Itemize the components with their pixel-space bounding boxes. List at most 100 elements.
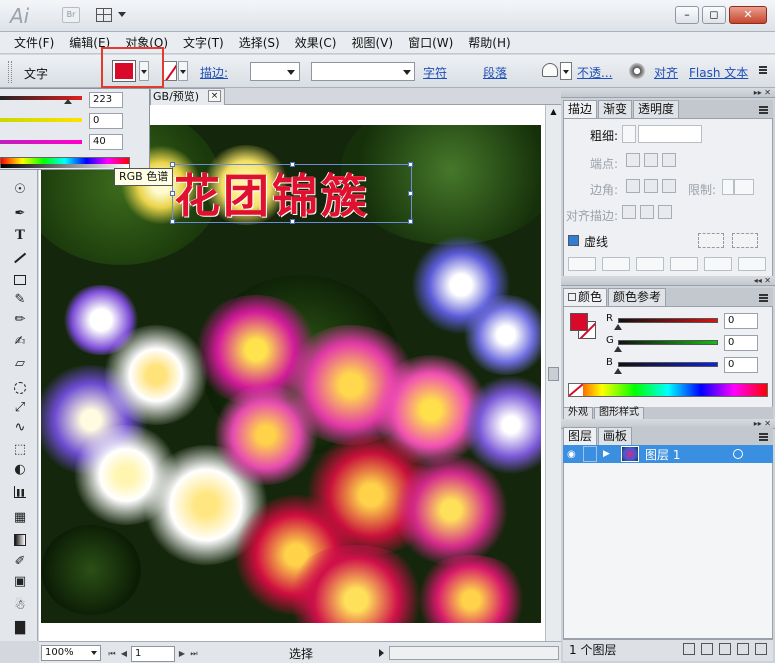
rotate-tool[interactable]	[12, 380, 28, 396]
dash-input[interactable]	[704, 257, 732, 271]
chevron-right-icon[interactable]: ▶	[603, 449, 610, 459]
type-tool[interactable]: T	[12, 228, 28, 244]
menu-help[interactable]: 帮助(H)	[462, 33, 516, 53]
new-sublayer-icon[interactable]	[719, 643, 731, 655]
vertical-scrollbar[interactable]: ▲	[545, 105, 561, 641]
color-spectrum[interactable]	[0, 157, 130, 168]
tab-color[interactable]: 颜色	[563, 288, 608, 306]
new-layer-icon[interactable]	[737, 643, 749, 655]
miter-join-button[interactable]	[626, 179, 640, 193]
blob-brush-tool[interactable]: ✍	[12, 334, 28, 350]
page-number-select[interactable]: 1	[131, 646, 175, 662]
stroke-weight-select[interactable]	[250, 62, 300, 81]
pen-tool[interactable]: ✒	[12, 206, 28, 222]
panel-menu-icon[interactable]	[759, 104, 769, 114]
menu-view[interactable]: 视图(V)	[345, 33, 399, 53]
restore-button[interactable]: ◻	[702, 6, 726, 24]
dash-input[interactable]	[568, 257, 596, 271]
dock-header[interactable]: ▸▸ ✕	[561, 88, 775, 98]
dock-header[interactable]: ◂◂ ✕	[561, 276, 775, 286]
menu-effect[interactable]: 效果(C)	[289, 33, 343, 53]
grip-handle[interactable]	[8, 61, 12, 83]
layer-row[interactable]: ◉ ▶ 图层 1	[563, 445, 773, 463]
scale-tool[interactable]: ⤢	[12, 400, 28, 416]
scroll-up-icon[interactable]: ▲	[548, 107, 559, 118]
free-transform-tool[interactable]: ⬚	[12, 442, 28, 458]
green-slider-thumb[interactable]	[614, 346, 622, 352]
green-slider[interactable]	[618, 340, 718, 345]
tab-transparency[interactable]: 透明度	[633, 100, 680, 118]
green-value-input[interactable]: 0	[724, 335, 758, 351]
recolor-icon[interactable]	[629, 63, 645, 79]
bridge-button[interactable]: Br	[62, 7, 80, 23]
round-cap-button[interactable]	[644, 153, 658, 167]
brush-icon[interactable]	[542, 63, 558, 77]
scroll-thumb[interactable]	[548, 367, 559, 381]
tab-stroke[interactable]: 描边	[563, 100, 598, 118]
dash-pattern-preset[interactable]	[732, 233, 758, 248]
resize-handle[interactable]	[408, 162, 413, 167]
lock-toggle[interactable]	[583, 446, 597, 462]
bevel-join-button[interactable]	[662, 179, 676, 193]
gradient-tool[interactable]	[12, 532, 28, 548]
target-icon[interactable]	[733, 449, 743, 459]
character-link[interactable]: 字符	[423, 64, 447, 81]
next-page-icon[interactable]: ▶	[177, 647, 187, 661]
tab-layers[interactable]: 图层	[563, 427, 598, 445]
blue-value-input[interactable]: 40	[89, 134, 123, 150]
menu-select[interactable]: 选择(S)	[233, 33, 286, 53]
artwork-title-text[interactable]: 花团锦簇	[174, 160, 370, 226]
rectangle-tool[interactable]	[12, 272, 28, 288]
green-slider[interactable]	[0, 118, 82, 122]
limit-stepper[interactable]	[722, 179, 734, 195]
gap-input[interactable]	[738, 257, 766, 271]
weight-select[interactable]	[638, 125, 702, 143]
limit-input[interactable]	[734, 179, 754, 195]
layer-name[interactable]: 图层 1	[645, 446, 680, 463]
locate-object-icon[interactable]	[683, 643, 695, 655]
none-color-button[interactable]	[569, 384, 583, 396]
eyedropper-tool[interactable]: ✐	[12, 554, 28, 570]
status-menu-icon[interactable]	[379, 649, 384, 657]
dash-pattern-preset[interactable]	[698, 233, 724, 248]
panel-menu-icon[interactable]	[759, 431, 769, 441]
paragraph-link[interactable]: 段落	[483, 64, 507, 81]
shape-builder-tool[interactable]: ◐	[12, 462, 28, 478]
close-button[interactable]: ✕	[729, 6, 767, 24]
resize-handle[interactable]	[408, 219, 413, 224]
blue-slider[interactable]	[618, 362, 718, 367]
mesh-tool[interactable]: ▦	[12, 510, 28, 526]
blue-slider-thumb[interactable]	[614, 368, 622, 374]
menu-file[interactable]: 文件(F)	[8, 33, 60, 53]
red-slider[interactable]	[618, 318, 718, 323]
status-tool-label[interactable]: 选择	[289, 645, 313, 662]
minimize-button[interactable]: –	[675, 6, 699, 24]
symbol-sprayer-tool[interactable]: ☃	[12, 598, 28, 614]
tab-graphic-styles[interactable]: 图形样式	[594, 407, 644, 419]
color-spectrum[interactable]	[568, 383, 768, 397]
blue-slider[interactable]	[0, 140, 82, 144]
flash-text-link[interactable]: Flash 文本	[689, 64, 748, 81]
tab-color-guide[interactable]: 颜色参考	[608, 288, 667, 306]
collapse-icon[interactable]: ◂◂ ✕	[754, 276, 771, 285]
tab-artboards[interactable]: 画板	[598, 427, 633, 445]
gap-input[interactable]	[602, 257, 630, 271]
font-family-input[interactable]	[311, 62, 415, 81]
collapse-icon[interactable]: ▸▸ ✕	[754, 88, 771, 97]
panel-menu-icon[interactable]	[757, 62, 769, 80]
red-value-input[interactable]: 0	[724, 313, 758, 329]
align-center-button[interactable]	[622, 205, 636, 219]
dash-input[interactable]	[636, 257, 664, 271]
opacity-link[interactable]: 不透...	[577, 64, 612, 81]
tab-appearance[interactable]: 外观	[563, 407, 593, 419]
prev-page-icon[interactable]: ◀	[119, 647, 129, 661]
round-join-button[interactable]	[644, 179, 658, 193]
panel-menu-icon[interactable]	[759, 292, 769, 302]
menu-type[interactable]: 文字(T)	[177, 33, 230, 53]
tab-gradient[interactable]: 渐变	[598, 100, 633, 118]
first-page-icon[interactable]: ⏮	[107, 647, 117, 661]
red-slider-thumb[interactable]	[64, 99, 72, 104]
graph-tool[interactable]	[12, 484, 28, 500]
eraser-tool[interactable]: ▱	[12, 356, 28, 372]
weight-stepper[interactable]	[622, 125, 636, 143]
